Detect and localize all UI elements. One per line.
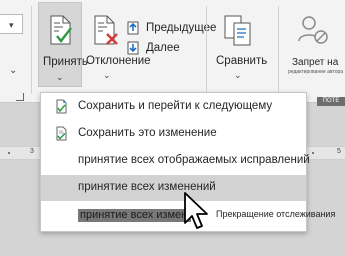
group-divider [31, 6, 32, 94]
chevron-down-icon[interactable]: ⌄ [9, 65, 17, 76]
previous-icon [127, 21, 139, 35]
ruler-tick [312, 152, 314, 154]
chevron-down-icon: ▾ [9, 20, 14, 30]
group-label: ПОТЕ [317, 97, 345, 106]
menu-item-accept-change[interactable]: Сохранить это изменение [41, 121, 306, 147]
menu-item-label: Сохранить это изменение [78, 127, 217, 139]
menu-item-accept-all-shown[interactable]: принятие всех отображаемых исправлений [41, 148, 310, 174]
block-authors-label[interactable]: Запрет на [292, 57, 338, 68]
accept-button[interactable]: Принять ⌄ [38, 2, 88, 87]
review-ribbon: ▾ ⌄ Принять ⌄ Отклонение ⌄ Предыдущее Да… [0, 0, 345, 106]
group-divider [206, 6, 207, 94]
ruler-number: 3 [30, 148, 34, 155]
menu-item-label: Сохранить и перейти к следующему [78, 100, 273, 112]
accept-label: Принять [43, 56, 88, 68]
chevron-down-icon[interactable]: ⌄ [103, 70, 111, 81]
accept-and-next-icon [56, 99, 67, 114]
next-icon [127, 41, 139, 55]
menu-item-accept-all[interactable]: принятие всех изменений [41, 175, 306, 201]
chevron-down-icon[interactable]: ⌄ [56, 72, 64, 83]
menu-item-accept-and-next[interactable]: Сохранить и перейти к следующему [41, 94, 306, 120]
ruler-number: 5 [337, 148, 341, 155]
chevron-down-icon[interactable]: ⌄ [234, 70, 242, 81]
dialog-launcher-icon[interactable] [16, 93, 24, 101]
menu-item-label: принятие всех отображаемых исправлений [78, 154, 310, 166]
compare-label[interactable]: Сравнить [216, 55, 267, 67]
reject-icon[interactable] [90, 13, 122, 47]
mouse-pointer-icon [184, 192, 208, 229]
ruler-tick [8, 152, 10, 154]
block-authors-sublabel: редактирование автора [288, 69, 344, 75]
stop-tracking-label[interactable]: Прекращение отслеживания [216, 209, 335, 219]
reject-label[interactable]: Отклонение [86, 55, 151, 67]
menu-item-accept-all-and-stop[interactable]: принятие всех изменен Прекращение отслеж… [40, 204, 335, 228]
menu-item-label: принятие всех изменен [78, 209, 191, 222]
accept-icon [50, 15, 72, 45]
style-combo[interactable]: ▾ [0, 14, 23, 34]
group-divider [278, 6, 279, 94]
compare-icon[interactable] [222, 13, 256, 49]
next-label: Далее [146, 42, 180, 54]
accept-change-icon [56, 126, 67, 141]
block-authors-icon[interactable] [296, 13, 330, 47]
